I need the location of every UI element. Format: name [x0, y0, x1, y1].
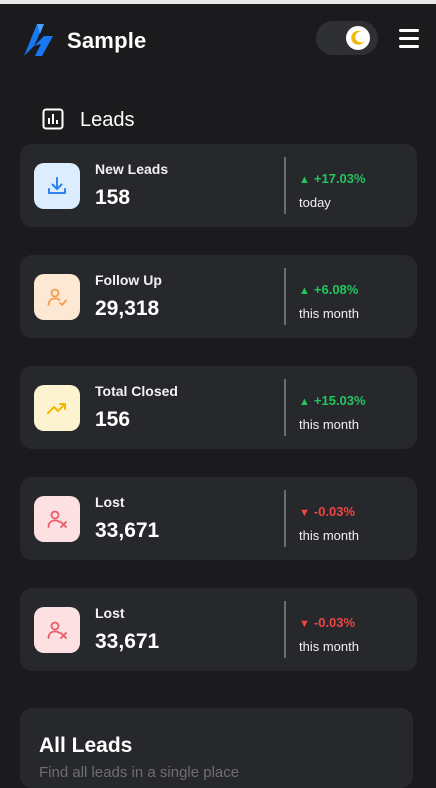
stat-label: Lost: [95, 494, 125, 510]
stat-divider: [284, 490, 286, 547]
stat-change: ▲ +6.08%: [299, 282, 359, 297]
user-check-icon: [34, 274, 80, 320]
stat-value: 33,671: [95, 630, 160, 653]
stat-card-follow-up[interactable]: Follow Up 29,318 ▲ +6.08% this month: [20, 255, 417, 338]
stat-divider: [284, 601, 286, 658]
brand-name[interactable]: Sample: [67, 28, 146, 54]
stat-value: 156: [95, 408, 131, 431]
stat-label: Total Closed: [95, 383, 178, 399]
download-icon: [34, 163, 80, 209]
user-x-icon: [34, 607, 80, 653]
stat-value: 158: [95, 186, 131, 209]
panel-subtitle: Find all leads in a single place: [39, 764, 240, 781]
moon-icon: [351, 30, 365, 45]
stat-change: ▼ -0.03%: [299, 504, 356, 519]
app-header: Sample: [0, 4, 436, 78]
panel-title: All Leads: [39, 734, 133, 757]
stat-label: New Leads: [95, 161, 169, 177]
stat-divider: [284, 268, 286, 325]
arrow-up-icon: ▲: [299, 285, 310, 297]
stat-period: this month: [299, 528, 359, 543]
stat-period: this month: [299, 639, 359, 654]
theme-toggle-knob: [346, 26, 370, 50]
hamburger-icon[interactable]: [399, 29, 421, 49]
stat-card-lost[interactable]: Lost 33,671 ▼ -0.03% this month: [20, 477, 417, 560]
stat-period: this month: [299, 306, 359, 321]
stat-label: Follow Up: [95, 272, 162, 288]
arrow-down-icon: ▼: [299, 507, 310, 519]
stat-period: this month: [299, 417, 359, 432]
stat-card-lost-2[interactable]: Lost 33,671 ▼ -0.03% this month: [20, 588, 417, 671]
stat-period: today: [299, 195, 331, 210]
stat-value: 33,671: [95, 519, 160, 542]
arrow-down-icon: ▼: [299, 618, 310, 630]
arrow-up-icon: ▲: [299, 396, 310, 408]
all-leads-panel: All Leads Find all leads in a single pla…: [20, 708, 413, 788]
stat-divider: [284, 157, 286, 214]
stat-divider: [284, 379, 286, 436]
arrow-up-icon: ▲: [299, 174, 310, 186]
stat-value: 29,318: [95, 297, 160, 320]
trending-up-icon: [34, 385, 80, 431]
stat-change: ▲ +17.03%: [299, 171, 366, 186]
stat-label: Lost: [95, 605, 125, 621]
bar-chart-icon: [42, 108, 64, 130]
stat-change: ▼ -0.03%: [299, 615, 356, 630]
user-x-icon: [34, 496, 80, 542]
stat-card-total-closed[interactable]: Total Closed 156 ▲ +15.03% this month: [20, 366, 417, 449]
stat-card-new-leads[interactable]: New Leads 158 ▲ +17.03% today: [20, 144, 417, 227]
stat-change: ▲ +15.03%: [299, 393, 366, 408]
theme-toggle[interactable]: [316, 21, 378, 55]
section-title: Leads: [80, 109, 135, 131]
bolt-logo-icon[interactable]: [20, 22, 56, 58]
app-root: Sample Leads New Leads 158 ▲ +17.03% tod…: [0, 4, 436, 788]
